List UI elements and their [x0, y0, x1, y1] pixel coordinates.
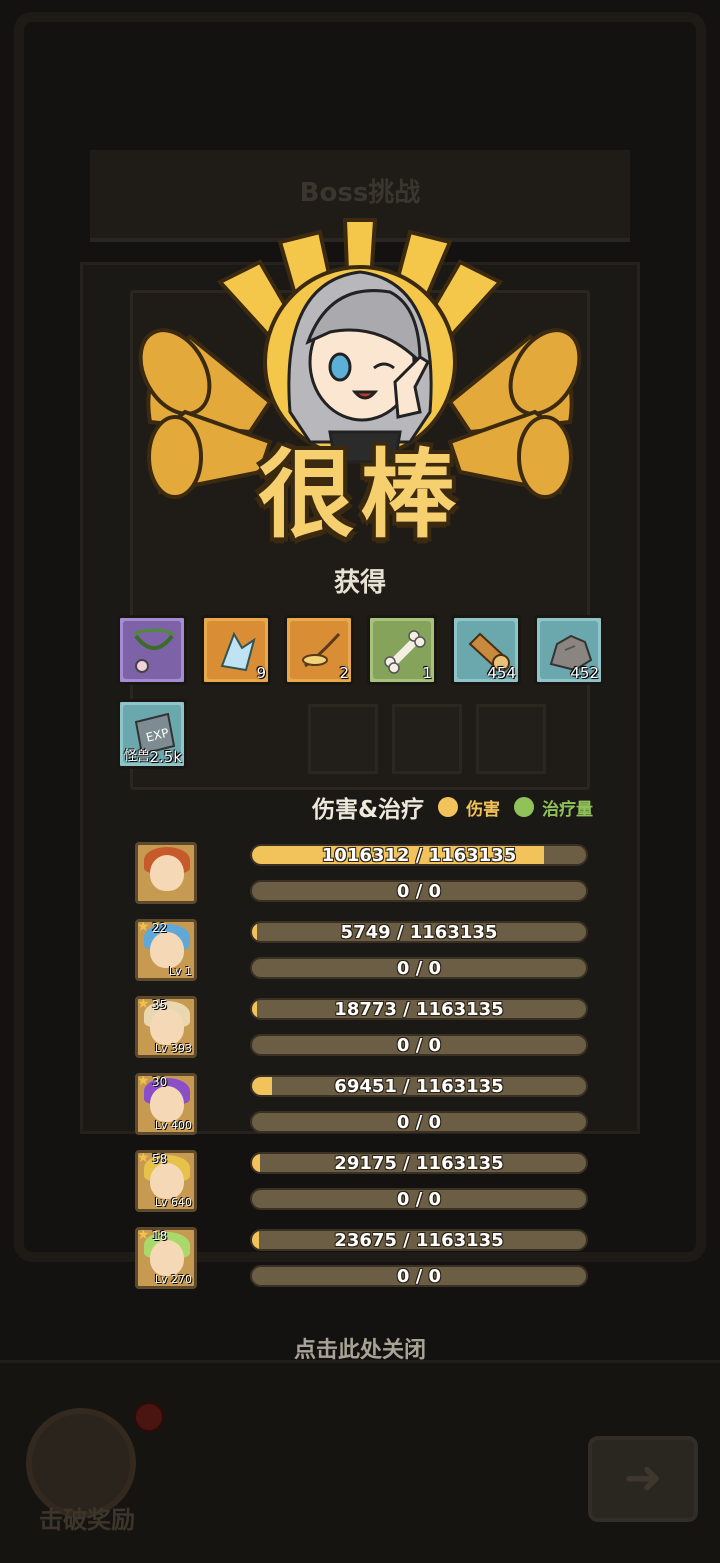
- heal-dot-icon: [514, 797, 535, 817]
- reward-qty: 2.5k: [149, 748, 182, 766]
- vine-necklace-icon: [133, 628, 175, 673]
- background-slot: [476, 704, 546, 774]
- hero-level: Lv 393: [154, 1042, 192, 1055]
- reward-qty: 452: [570, 664, 599, 682]
- hero-stat-row: ★ 58 Lv 640 29175 / 1163135 0 / 0: [0, 1150, 720, 1220]
- heal-value: 0 / 0: [396, 1112, 442, 1133]
- damage-bar: 69451 / 1163135: [250, 1075, 588, 1097]
- star-icon: ★: [137, 1150, 150, 1166]
- star-icon: ★: [137, 996, 150, 1012]
- reward-sub-label: 怪兽: [124, 749, 151, 764]
- reward-item[interactable]: 1: [367, 615, 437, 685]
- background-slot: [392, 704, 462, 774]
- reward-item[interactable]: [117, 615, 187, 685]
- hero-avatar[interactable]: ★ 58 Lv 640: [135, 1150, 197, 1212]
- next-button[interactable]: ➜: [588, 1436, 698, 1522]
- hero-stars: 30: [152, 1075, 168, 1089]
- hero-stars: 58: [152, 1152, 168, 1166]
- legend-heal-label: 治疗量: [542, 799, 594, 820]
- damage-bar: 29175 / 1163135: [250, 1152, 588, 1174]
- hero-stars: 22: [152, 921, 168, 935]
- hero-level: Lv 640: [154, 1196, 192, 1209]
- hero-stat-row: ★ 35 Lv 393 18773 / 1163135 0 / 0: [0, 996, 720, 1066]
- hero-avatar[interactable]: [135, 842, 197, 904]
- damage-value: 18773 / 1163135: [334, 999, 504, 1020]
- close-hint[interactable]: 点击此处关闭: [0, 1332, 720, 1364]
- background-title: Boss挑战: [299, 178, 421, 208]
- heal-bar: 0 / 0: [250, 1265, 588, 1287]
- damage-value: 5749 / 1163135: [340, 922, 498, 943]
- hero-avatar[interactable]: ★ 22 Lv 1: [135, 919, 197, 981]
- hero-face: [150, 932, 184, 968]
- damage-dot-icon: [438, 797, 459, 817]
- heal-bar: 0 / 0: [250, 880, 588, 902]
- hero-level: Lv 270: [154, 1273, 192, 1286]
- heal-bar: 0 / 0: [250, 957, 588, 979]
- heal-bar: 0 / 0: [250, 1111, 588, 1133]
- hero-stat-row: ★ 30 Lv 400 69451 / 1163135 0 / 0: [0, 1073, 720, 1143]
- star-icon: ★: [137, 1227, 150, 1243]
- hero-face: [150, 1240, 184, 1276]
- reward-qty: 454: [487, 664, 516, 682]
- hero-avatar[interactable]: ★ 30 Lv 400: [135, 1073, 197, 1135]
- reward-item[interactable]: 452: [534, 615, 604, 685]
- reward-qty: 2: [339, 664, 349, 682]
- legend-damage-label: 伤害: [466, 799, 501, 820]
- arrow-icon: ➜: [623, 1450, 663, 1504]
- hero-face: [150, 1163, 184, 1199]
- damage-bar: 5749 / 1163135: [250, 921, 588, 943]
- reward-item[interactable]: EXP 怪兽 2.5k: [117, 699, 187, 769]
- hero-avatar[interactable]: ★ 18 Lv 270: [135, 1227, 197, 1289]
- victory-emblem: 很棒: [130, 212, 590, 552]
- hero-face: [150, 855, 184, 891]
- reward-item[interactable]: 9: [201, 615, 271, 685]
- reward-item[interactable]: 454: [451, 615, 521, 685]
- heal-bar: 0 / 0: [250, 1188, 588, 1210]
- hero-avatar[interactable]: ★ 35 Lv 393: [135, 996, 197, 1058]
- damage-value: 69451 / 1163135: [334, 1076, 504, 1097]
- heal-value: 0 / 0: [396, 1266, 442, 1287]
- reward-qty: 9: [256, 664, 266, 682]
- reward-qty: 1: [422, 664, 432, 682]
- damage-value: 1016312 / 1163135: [321, 845, 517, 866]
- hero-stars: 18: [152, 1229, 168, 1243]
- notification-badge: [134, 1402, 164, 1432]
- background-slot: [308, 704, 378, 774]
- kill-reward-label: 击破奖励: [39, 1506, 135, 1534]
- hero-face: [150, 1086, 184, 1122]
- stats-legend: 伤害&治疗 伤害 治疗量: [312, 790, 599, 824]
- hero-stars: 35: [152, 998, 168, 1012]
- heal-value: 0 / 0: [396, 958, 442, 979]
- result-banner: 很棒: [258, 439, 462, 551]
- rewards-title: 获得: [333, 568, 386, 598]
- star-icon: ★: [137, 919, 150, 935]
- stats-title: 伤害&治疗: [312, 797, 425, 823]
- star-icon: ★: [137, 1073, 150, 1089]
- damage-bar: 18773 / 1163135: [250, 998, 588, 1020]
- hero-face: [150, 1009, 184, 1045]
- damage-bar: 1016312 / 1163135: [250, 844, 588, 866]
- heal-value: 0 / 0: [396, 881, 442, 902]
- damage-value: 23675 / 1163135: [334, 1230, 504, 1251]
- heal-value: 0 / 0: [396, 1035, 442, 1056]
- heal-value: 0 / 0: [396, 1189, 442, 1210]
- damage-value: 29175 / 1163135: [334, 1153, 504, 1174]
- heal-bar: 0 / 0: [250, 1034, 588, 1056]
- hero-stat-row: ★ 22 Lv 1 5749 / 1163135 0 / 0: [0, 919, 720, 989]
- hero-level: Lv 400: [154, 1119, 192, 1132]
- damage-bar: 23675 / 1163135: [250, 1229, 588, 1251]
- hero-level: Lv 1: [168, 965, 192, 978]
- reward-item[interactable]: 2: [284, 615, 354, 685]
- hero-stat-row: ★ 18 Lv 270 23675 / 1163135 0 / 0: [0, 1227, 720, 1297]
- hero-stat-row: 1016312 / 1163135 0 / 0: [0, 842, 720, 912]
